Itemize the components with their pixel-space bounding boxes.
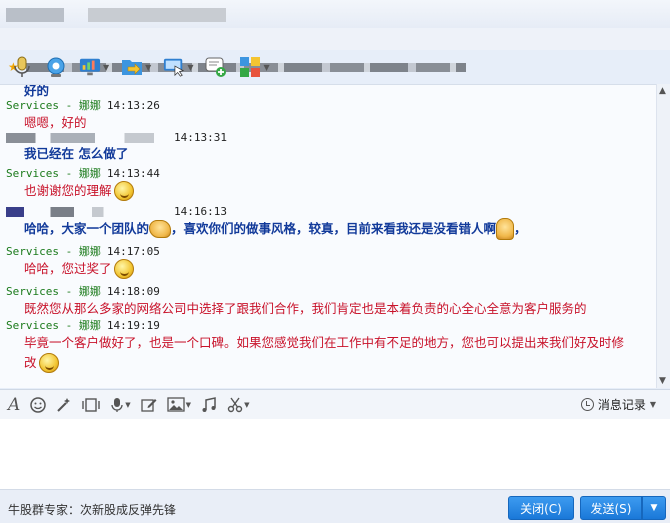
smile-emoji-icon: [38, 353, 59, 373]
screenshot-icon[interactable]: [82, 397, 100, 413]
chevron-down-icon: ▼: [649, 400, 656, 409]
sender-name: Services - 娜娜: [6, 245, 101, 258]
message-header: Services - 娜娜 14:13:44: [0, 165, 656, 181]
chat-message: Services - 娜娜 14:19:19 毕竟一个客户做好了，也是一个口碑。如…: [0, 317, 656, 373]
edit-icon[interactable]: [141, 397, 157, 413]
sender-name-redacted: [6, 207, 154, 217]
mic-icon: [11, 56, 33, 78]
chevron-down-icon[interactable]: ▼: [263, 63, 269, 72]
message-time: 14:18:09: [106, 285, 160, 298]
shy-emoji-icon: [113, 259, 134, 279]
sender-name-redacted: [6, 133, 154, 143]
magic-icon[interactable]: [56, 397, 72, 413]
send-button[interactable]: 发送(S): [580, 496, 642, 520]
ad-link[interactable]: 牛股群专家：次新股成反弹先锋: [8, 501, 176, 518]
chevron-down-icon[interactable]: ▼: [103, 63, 109, 72]
remote-assist-icon: [163, 56, 185, 78]
message-time: 14:13:31: [174, 131, 227, 144]
chevron-down-icon[interactable]: ▼: [186, 401, 191, 409]
chevron-down-icon[interactable]: ▼: [125, 401, 130, 409]
message-time: 14:13:26: [106, 99, 160, 112]
contact-name-redacted: [6, 8, 64, 22]
message-text: 我已经在 怎么做了: [24, 146, 129, 161]
message-time: 14:16:13: [174, 205, 227, 218]
chevron-down-icon[interactable]: ▼: [145, 63, 151, 72]
contact-signature-bar: ★: [0, 28, 670, 74]
emoji-icon[interactable]: [30, 396, 47, 413]
sender-name: Services - 娜娜: [6, 285, 101, 298]
remote-assist-button[interactable]: ▼: [160, 53, 196, 81]
clock-icon: [580, 398, 594, 411]
image-icon[interactable]: ▼: [167, 397, 191, 412]
font-icon[interactable]: A: [8, 395, 20, 415]
screen-share-icon: [79, 56, 101, 78]
message-header: Services - 娜娜 14:13:26: [0, 97, 656, 113]
message-text: 哈哈，您过奖了: [24, 261, 112, 276]
message-header: 14:16:13: [0, 205, 656, 218]
chat-toolbar: ▼ ▼ ▼ ▼: [0, 50, 670, 84]
chat-message: Services - 娜娜 14:17:05 哈哈，您过奖了: [0, 243, 656, 279]
message-text: 既然您从那么多家的网络公司中选择了跟我们合作，我们肯定也是本着负责的心全心全意为…: [24, 301, 587, 316]
message-body: 改: [0, 353, 656, 373]
file-transfer-button[interactable]: ▼: [118, 53, 154, 81]
chat-scrollbar[interactable]: ▲ ▼: [656, 84, 670, 388]
scroll-down-icon[interactable]: ▼: [659, 376, 666, 386]
send-options-button[interactable]: ▼: [642, 496, 666, 520]
message-time: 14:13:44: [106, 167, 160, 180]
close-button[interactable]: 关闭(C): [508, 496, 574, 520]
contact-status-redacted: [88, 8, 226, 22]
voice-call-button[interactable]: [8, 53, 36, 81]
message-header: Services - 娜娜 14:18:09: [0, 283, 656, 299]
message-text: 毕竟一个客户做好了，也是一个口碑。如果您感觉我们在工作中有不足的地方，您也可以提…: [24, 335, 625, 350]
sender-name: Services - 娜娜: [6, 167, 101, 180]
message-text: 嗯嗯，好的: [24, 115, 87, 130]
message-header: 14:13:31: [0, 131, 656, 144]
voice-icon[interactable]: ▼: [110, 397, 131, 413]
message-time: 14:19:19: [106, 319, 160, 332]
sender-name: Services - 娜娜: [6, 319, 101, 332]
message-input[interactable]: [0, 419, 670, 489]
add-app-button[interactable]: [202, 53, 230, 81]
chat-message: Services - 娜娜 14:13:44 也谢谢您的理解: [0, 165, 656, 201]
message-text: 哈哈，大家一个团队的: [24, 221, 150, 236]
window-titlebar: [0, 0, 670, 28]
camera-icon: [45, 56, 67, 78]
file-transfer-icon: [121, 56, 143, 78]
message-header: Services - 娜娜 14:17:05: [0, 243, 656, 259]
add-app-icon: [205, 56, 227, 78]
message-header: Services - 娜娜 14:19:19: [0, 317, 656, 333]
message-text: ，喜欢你们的做事风格，较真，目前来看我还是没看错人啊: [171, 221, 497, 236]
apps-grid-icon: [239, 56, 261, 78]
chat-transcript[interactable]: 好的 Services - 娜娜 14:13:26 嗯嗯，好的 14:13:31 …: [0, 84, 670, 388]
chat-message: 14:16:13 哈哈，大家一个团队的 ，喜欢你们的做事风格，较真，目前来看我还…: [0, 205, 656, 240]
scroll-up-icon[interactable]: ▲: [659, 86, 666, 96]
chat-message: Services - 娜娜 14:13:26 嗯嗯，好的: [0, 97, 656, 133]
music-icon[interactable]: [201, 396, 217, 413]
sender-name: Services - 娜娜: [6, 99, 101, 112]
thumbs-up-emoji-icon: [496, 218, 515, 240]
grin-emoji-icon: [113, 181, 134, 201]
message-history-button[interactable]: 消息记录 ▼: [580, 396, 656, 413]
screen-share-button[interactable]: ▼: [76, 53, 112, 81]
input-toolbar: A ▼ ▼ ▼: [0, 389, 670, 419]
video-call-button[interactable]: [42, 53, 70, 81]
message-text: 也谢谢您的理解: [24, 183, 112, 198]
message-body: 哈哈，大家一个团队的 ，喜欢你们的做事风格，较真，目前来看我还是没看错人啊 ，: [0, 218, 656, 240]
chevron-down-icon[interactable]: ▼: [244, 401, 249, 409]
message-body: 也谢谢您的理解: [0, 181, 656, 201]
message-text: 改: [24, 355, 37, 370]
apps-menu-button[interactable]: ▼: [236, 53, 272, 81]
handshake-emoji-icon: [149, 220, 172, 238]
message-body: 哈哈，您过奖了: [0, 259, 656, 279]
chat-message: 14:13:31 我已经在 怎么做了: [0, 131, 656, 164]
chevron-down-icon: ▼: [650, 503, 658, 513]
history-label: 消息记录: [597, 398, 646, 412]
chevron-down-icon[interactable]: ▼: [187, 63, 193, 72]
scissors-icon[interactable]: ▼: [227, 397, 249, 413]
message-text: ，: [514, 221, 527, 236]
message-time: 14:17:05: [106, 245, 160, 258]
chat-message: Services - 娜娜 14:18:09 既然您从那么多家的网络公司中选择了跟…: [0, 283, 656, 319]
